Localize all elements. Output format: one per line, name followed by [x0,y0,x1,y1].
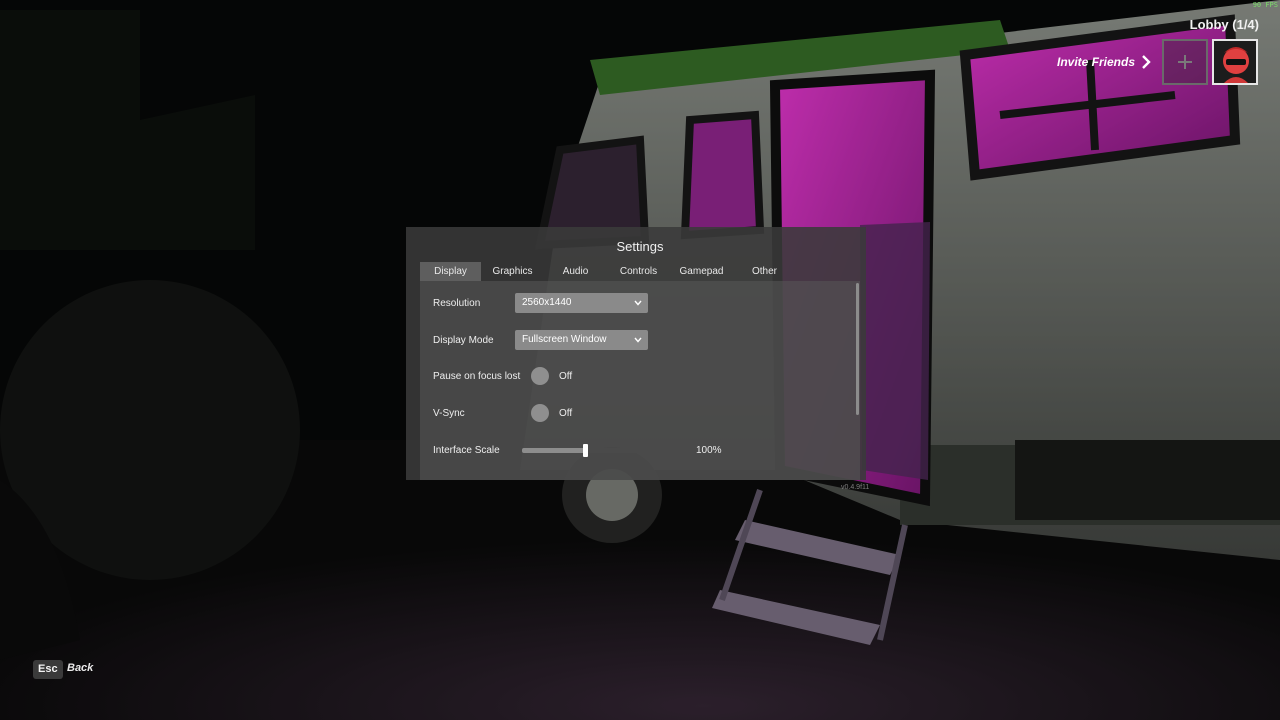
chevron-down-icon [634,337,642,343]
plus-icon [1178,55,1192,69]
tab-other[interactable]: Other [733,262,796,281]
display-mode-dropdown[interactable]: Fullscreen Window [515,330,648,350]
interface-scale-label: Interface Scale [433,445,500,456]
chevron-right-icon [1142,55,1151,69]
interface-scale-value: 100% [696,445,722,456]
add-player-slot-button[interactable] [1162,39,1208,85]
invite-friends-button[interactable]: Invite Friends [1057,53,1151,71]
pause-on-focus-toggle[interactable] [531,367,549,385]
tab-display[interactable]: Display [420,262,481,281]
resolution-dropdown[interactable]: 2560x1440 [515,293,648,313]
avatar-portrait-icon [1214,41,1256,83]
esc-key-hint[interactable]: Esc [33,660,63,679]
vsync-toggle[interactable] [531,404,549,422]
vsync-state: Off [559,408,573,419]
display-mode-value: Fullscreen Window [522,334,607,345]
pause-on-focus-state: Off [559,371,573,382]
vsync-label: V-Sync [433,408,465,419]
resolution-value: 2560x1440 [522,297,572,308]
settings-title: Settings [616,239,664,254]
settings-tabs: Display Graphics Audio Controls Gamepad … [420,262,796,282]
pause-on-focus-label: Pause on focus lost [433,371,521,382]
version-label: v0.4.9f11 [841,484,870,491]
lobby-label: Lobby (1/4) [1189,17,1259,32]
player-avatar[interactable] [1212,39,1258,85]
settings-scrollbar[interactable] [856,283,859,415]
tab-audio[interactable]: Audio [544,262,607,281]
resolution-label: Resolution [433,298,481,309]
interface-scale-slider-fill [522,448,586,453]
display-mode-label: Display Mode [433,335,494,346]
tab-controls[interactable]: Controls [607,262,670,281]
interface-scale-slider[interactable] [522,444,689,457]
interface-scale-slider-thumb[interactable] [583,444,589,457]
tab-gamepad[interactable]: Gamepad [670,262,733,281]
invite-friends-label: Invite Friends [1057,55,1136,69]
tab-graphics[interactable]: Graphics [481,262,544,281]
chevron-down-icon [634,300,642,306]
back-label[interactable]: Back [67,662,93,674]
fps-counter: 90 FPS [1252,1,1278,9]
